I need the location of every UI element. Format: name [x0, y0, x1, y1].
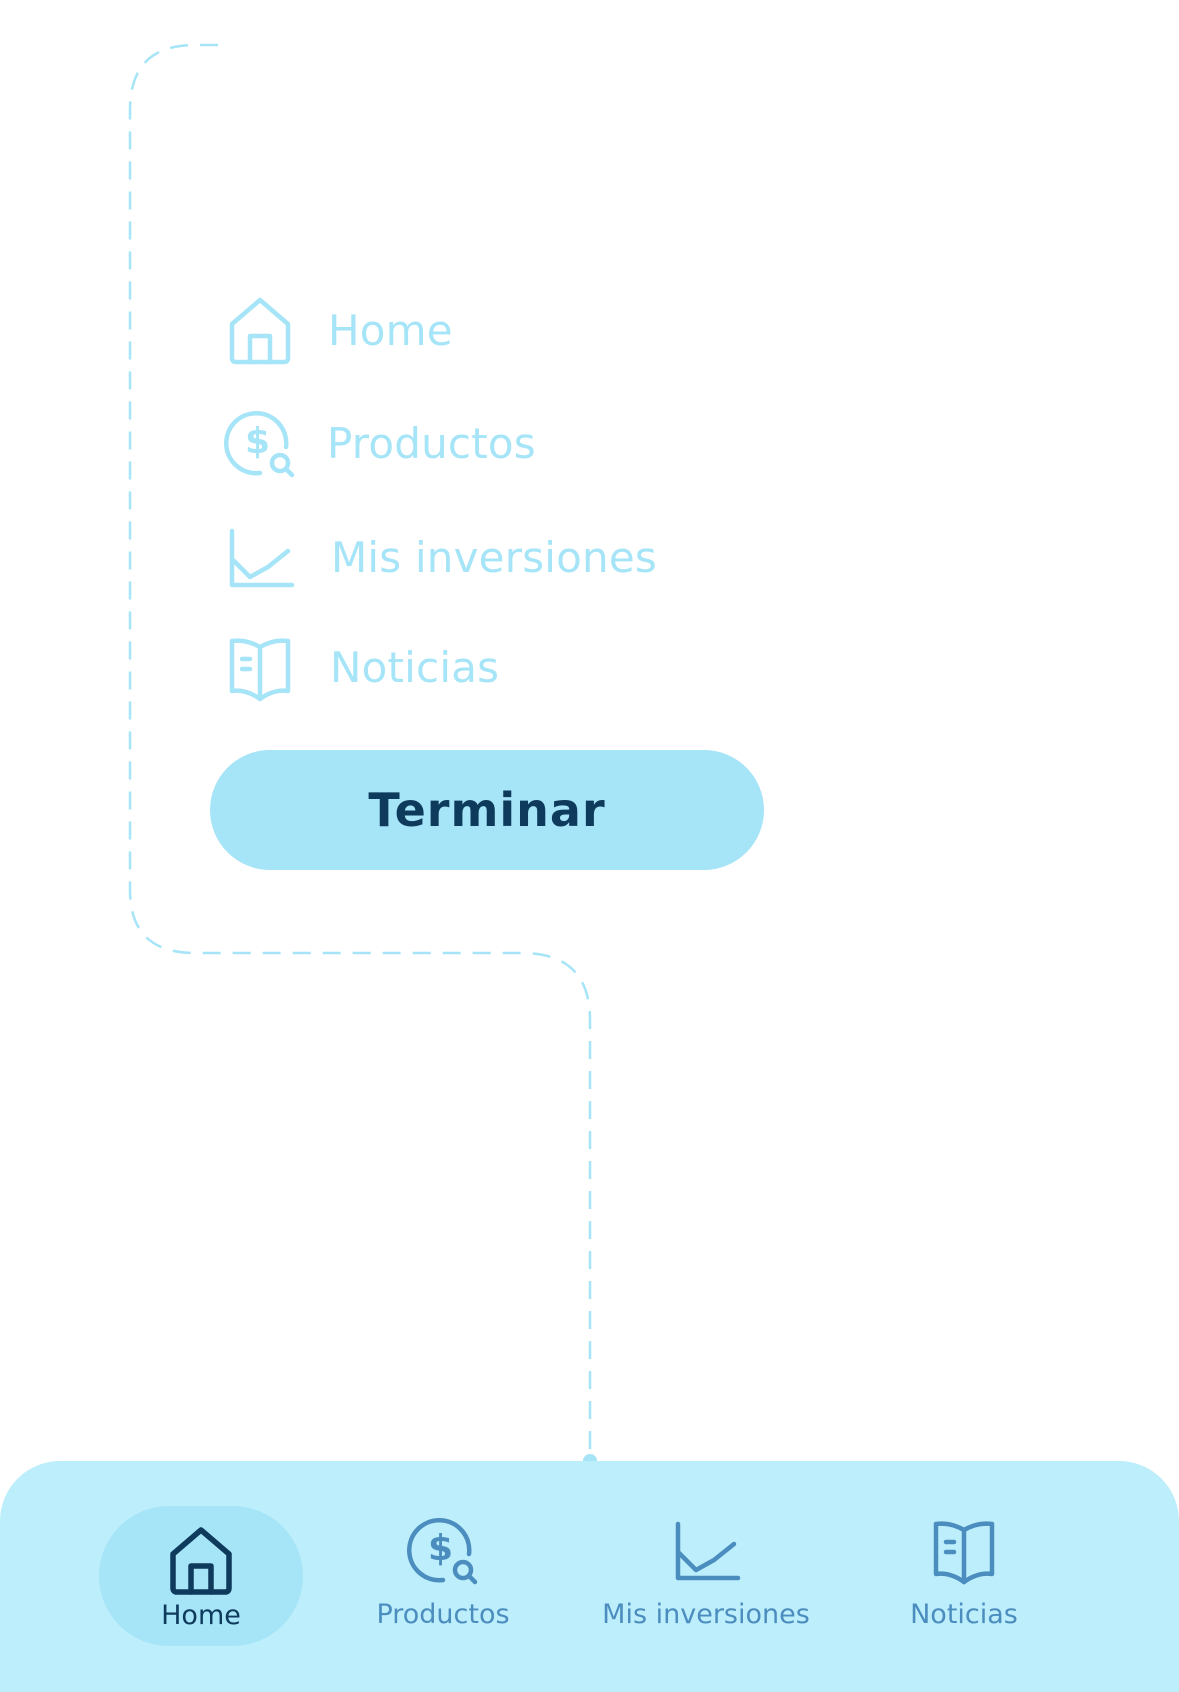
dollar-search-icon: $	[407, 1514, 479, 1590]
bottom-navigation-bar: Home $ Productos Mis inversiones Noticia…	[0, 1461, 1179, 1692]
menu-item-productos[interactable]: $ Productos	[224, 403, 536, 483]
line-chart-icon	[670, 1514, 742, 1590]
finish-button[interactable]: Terminar	[210, 750, 764, 870]
menu-item-home[interactable]: Home	[224, 290, 453, 370]
nav-item-home[interactable]: Home	[99, 1506, 303, 1646]
open-book-icon	[928, 1514, 1000, 1590]
nav-item-label: Noticias	[910, 1599, 1018, 1630]
svg-text:$: $	[428, 1528, 453, 1569]
nav-item-mis-inversiones[interactable]: Mis inversiones	[596, 1461, 816, 1692]
menu-item-label: Mis inversiones	[331, 532, 657, 582]
home-icon	[224, 293, 298, 367]
menu-item-label: Noticias	[330, 642, 500, 692]
nav-item-label: Mis inversiones	[602, 1599, 810, 1630]
menu-item-noticias[interactable]: Noticias	[224, 627, 499, 707]
menu-item-label: Productos	[327, 418, 536, 468]
nav-item-noticias[interactable]: Noticias	[890, 1461, 1038, 1692]
home-icon	[165, 1524, 237, 1600]
nav-item-label: Home	[161, 1600, 241, 1631]
menu-item-mis-inversiones[interactable]: Mis inversiones	[224, 517, 657, 597]
svg-text:$: $	[245, 421, 270, 462]
dollar-search-icon: $	[224, 406, 298, 480]
menu-item-label: Home	[328, 305, 453, 355]
open-book-icon	[224, 630, 298, 704]
nav-item-label: Productos	[376, 1599, 510, 1630]
nav-item-productos[interactable]: $ Productos	[361, 1461, 525, 1692]
line-chart-icon	[224, 520, 298, 594]
